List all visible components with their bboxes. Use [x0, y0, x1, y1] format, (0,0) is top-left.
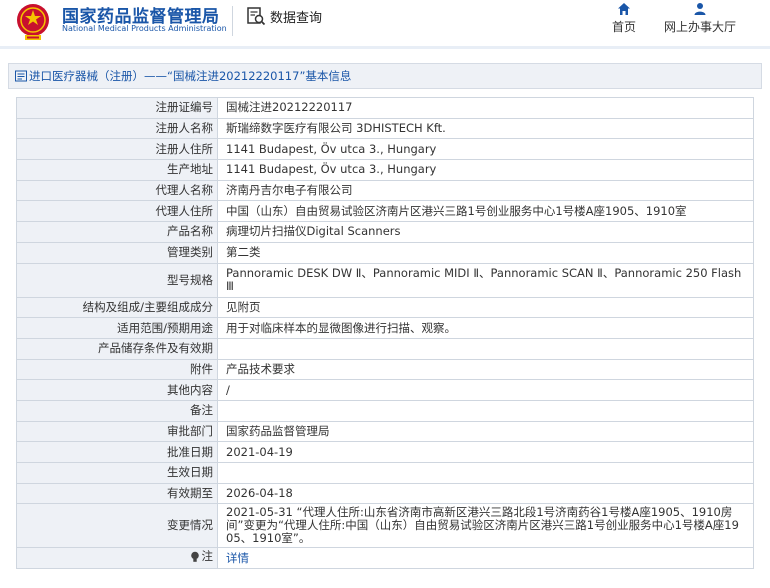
field-value: 2021-05-31 “代理人住所:山东省济南市高新区港兴三路北段1号济南药谷1…: [217, 503, 754, 549]
table-row: 注册人名称 斯瑞缔数字医疗有限公司 3DHISTECH Kft.: [16, 117, 754, 140]
field-value: 第二类: [217, 241, 754, 264]
field-label: 附件: [16, 358, 218, 381]
org-name-en: National Medical Products Administration: [62, 24, 227, 33]
field-value: 国家药品监督管理局: [217, 420, 754, 443]
breadcrumb-text: 进口医疗器械（注册）——“国械注进20212220117”基本信息: [29, 69, 352, 83]
table-row: 其他内容 /: [16, 379, 754, 401]
table-row: 备注: [16, 399, 754, 422]
field-value: 产品技术要求: [217, 358, 754, 381]
table-row: 注 详情: [16, 547, 754, 570]
table-row: 结构及组成/主要组成成分 见附页: [16, 296, 754, 319]
field-label: 批准日期: [16, 441, 218, 463]
field-value: 中国（山东）自由贸易试验区济南片区港兴三路1号创业服务中心1号楼A座1905、1…: [217, 200, 754, 223]
data-query-label: 数据查询: [270, 10, 323, 26]
field-label: 注册证编号: [16, 97, 218, 119]
field-label: 管理类别: [16, 241, 218, 264]
field-value: 国械注进20212220117: [217, 97, 754, 119]
field-label: 注册人住所: [16, 138, 218, 161]
field-value: 斯瑞缔数字医疗有限公司 3DHISTECH Kft.: [217, 117, 754, 140]
field-label: 生产地址: [16, 159, 218, 181]
table-row: 变更情况 2021-05-31 “代理人住所:山东省济南市高新区港兴三路北段1号济…: [16, 503, 754, 549]
field-value: /: [217, 379, 754, 401]
field-label: 结构及组成/主要组成成分: [16, 296, 218, 319]
details-link[interactable]: 详情: [226, 551, 249, 565]
table-row: 批准日期 2021-04-19: [16, 441, 754, 463]
table-row: 代理人名称 济南丹吉尔电子有限公司: [16, 179, 754, 202]
national-emblem-icon: [17, 4, 49, 40]
table-row: 注册证编号 国械注进20212220117: [16, 97, 754, 119]
field-label: 产品储存条件及有效期: [16, 337, 218, 360]
table-row: 代理人住所 中国（山东）自由贸易试验区济南片区港兴三路1号创业服务中心1号楼A座1…: [16, 200, 754, 223]
field-label: 审批部门: [16, 420, 218, 443]
field-label: 代理人名称: [16, 179, 218, 202]
lightbulb-icon: [190, 551, 199, 562]
table-row: 审批部门 国家药品监督管理局: [16, 420, 754, 443]
note-label-cell: 注: [16, 547, 218, 570]
field-label: 其他内容: [16, 379, 218, 401]
nav-online-hall[interactable]: 网上办事大厅: [656, 2, 744, 35]
list-icon: [15, 70, 27, 82]
table-row: 生效日期: [16, 462, 754, 484]
field-value: [217, 399, 754, 422]
table-row: 有效期至 2026-04-18: [16, 482, 754, 505]
field-value: Pannoramic DESK DW Ⅱ、Pannoramic MIDI Ⅱ、P…: [217, 262, 754, 298]
field-value: 病理切片扫描仪Digital Scanners: [217, 221, 754, 243]
field-label: 有效期至: [16, 482, 218, 505]
note-label-text: 注: [201, 549, 214, 564]
field-value: 用于对临床样本的显微图像进行扫描、观察。: [217, 317, 754, 339]
field-value: [217, 462, 754, 484]
nav-home[interactable]: 首页: [604, 2, 644, 35]
note-label: 注: [190, 549, 214, 564]
field-value: [217, 337, 754, 360]
header-divider: [232, 6, 233, 36]
field-value: 济南丹吉尔电子有限公司: [217, 179, 754, 202]
field-label: 生效日期: [16, 462, 218, 484]
field-label: 适用范围/预期用途: [16, 317, 218, 339]
field-value: 2026-04-18: [217, 482, 754, 505]
field-label: 代理人住所: [16, 200, 218, 223]
field-label: 型号规格: [16, 262, 218, 298]
field-label: 注册人名称: [16, 117, 218, 140]
registration-info-table: 注册证编号 国械注进20212220117 注册人名称 斯瑞缔数字医疗有限公司 3D…: [16, 97, 754, 570]
field-value: 2021-04-19: [217, 441, 754, 463]
document-search-icon: [247, 7, 266, 26]
header-bottom-bar: [0, 46, 770, 49]
table-row: 型号规格 Pannoramic DESK DW Ⅱ、Pannoramic MIDI…: [16, 262, 754, 298]
field-label: 产品名称: [16, 221, 218, 243]
table-row: 注册人住所 1141 Budapest, Öv utca 3., Hungary: [16, 138, 754, 161]
user-icon: [694, 3, 706, 15]
table-row: 管理类别 第二类: [16, 241, 754, 264]
table-row: 产品储存条件及有效期: [16, 337, 754, 360]
table-row: 附件 产品技术要求: [16, 358, 754, 381]
data-query-link[interactable]: 数据查询: [246, 6, 322, 26]
table-row: 适用范围/预期用途 用于对临床样本的显微图像进行扫描、观察。: [16, 317, 754, 339]
field-label: 变更情况: [16, 503, 218, 549]
field-value: 见附页: [217, 296, 754, 319]
breadcrumb: 进口医疗器械（注册）——“国械注进20212220117”基本信息: [8, 63, 762, 89]
nav-online-hall-label: 网上办事大厅: [663, 20, 736, 34]
table-row: 产品名称 病理切片扫描仪Digital Scanners: [16, 221, 754, 243]
note-value-cell: 详情: [217, 547, 754, 570]
field-label: 备注: [16, 399, 218, 422]
site-header: 国家药品监督管理局 National Medical Products Admi…: [0, 0, 770, 46]
field-value: 1141 Budapest, Öv utca 3., Hungary: [217, 159, 754, 181]
nav-home-label: 首页: [611, 20, 636, 34]
table-row: 生产地址 1141 Budapest, Öv utca 3., Hungary: [16, 159, 754, 181]
field-value: 1141 Budapest, Öv utca 3., Hungary: [217, 138, 754, 161]
home-icon: [618, 3, 630, 15]
